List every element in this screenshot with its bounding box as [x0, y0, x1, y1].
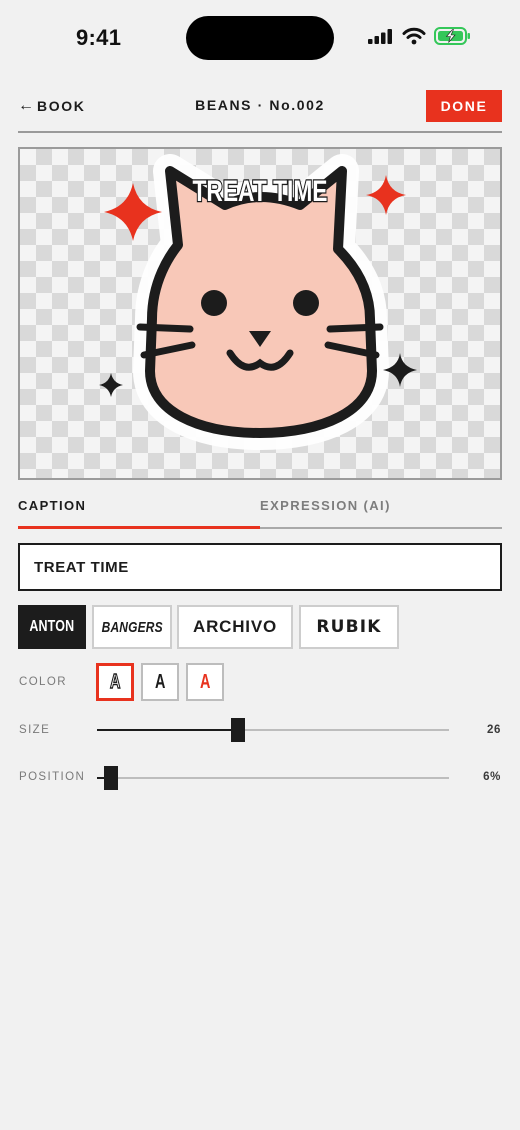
font-option-label: ANTON: [29, 618, 75, 635]
cellular-signal-icon: [368, 29, 392, 44]
font-option-rubik[interactable]: RUBIK: [299, 605, 399, 649]
back-button[interactable]: ← BOOK: [18, 97, 85, 115]
wifi-icon: [402, 27, 426, 45]
slider-thumb[interactable]: [104, 766, 119, 790]
nav-divider: [18, 131, 502, 133]
size-slider[interactable]: [97, 718, 449, 742]
slider-fill: [97, 729, 238, 731]
tab-active-indicator: [18, 526, 260, 529]
color-label: COLOR: [19, 676, 67, 688]
status-time: 9:41: [76, 25, 122, 50]
battery-charging-icon: [434, 27, 470, 45]
size-label: SIZE: [19, 724, 51, 736]
sticker-canvas[interactable]: TREAT TIME: [18, 147, 502, 480]
font-option-label: BANGERS: [101, 618, 163, 636]
nav-bar: BEANS · No.002 ← BOOK DONE: [18, 90, 502, 134]
left-arrow-icon: ←: [18, 97, 34, 114]
done-button[interactable]: DONE: [426, 90, 502, 122]
sticker-caption-text: TREAT TIME: [192, 174, 327, 208]
color-swatch-black[interactable]: A: [141, 663, 179, 701]
slider-track: [97, 777, 449, 779]
font-option-label: ARCHIVO: [193, 617, 277, 636]
swatch-glyph: A: [199, 670, 211, 693]
dynamic-island: [186, 16, 334, 60]
caption-input[interactable]: [18, 543, 502, 591]
color-swatch-outline[interactable]: A: [96, 663, 134, 701]
size-value: 26: [487, 724, 501, 736]
font-option-bangers[interactable]: BANGERS: [92, 605, 172, 649]
swatch-glyph: A: [109, 670, 121, 693]
font-option-archivo[interactable]: ARCHIVO: [177, 605, 293, 649]
back-label: BOOK: [37, 98, 86, 114]
font-option-label: RUBIK: [316, 617, 382, 637]
status-bar: 9:41: [0, 0, 520, 78]
status-icons: [368, 26, 472, 46]
editor-tabs: CAPTION EXPRESSION (AI): [18, 498, 502, 530]
tab-expression[interactable]: EXPRESSION (AI): [260, 498, 502, 530]
position-label: POSITION: [19, 771, 86, 783]
swatch-glyph: A: [154, 670, 166, 693]
caption-overlay[interactable]: TREAT TIME: [20, 149, 500, 478]
font-option-anton[interactable]: ANTON: [18, 605, 86, 649]
slider-thumb[interactable]: [230, 718, 245, 742]
color-swatch-red[interactable]: A: [186, 663, 224, 701]
position-slider[interactable]: [97, 766, 449, 790]
position-value: 6%: [483, 771, 501, 783]
